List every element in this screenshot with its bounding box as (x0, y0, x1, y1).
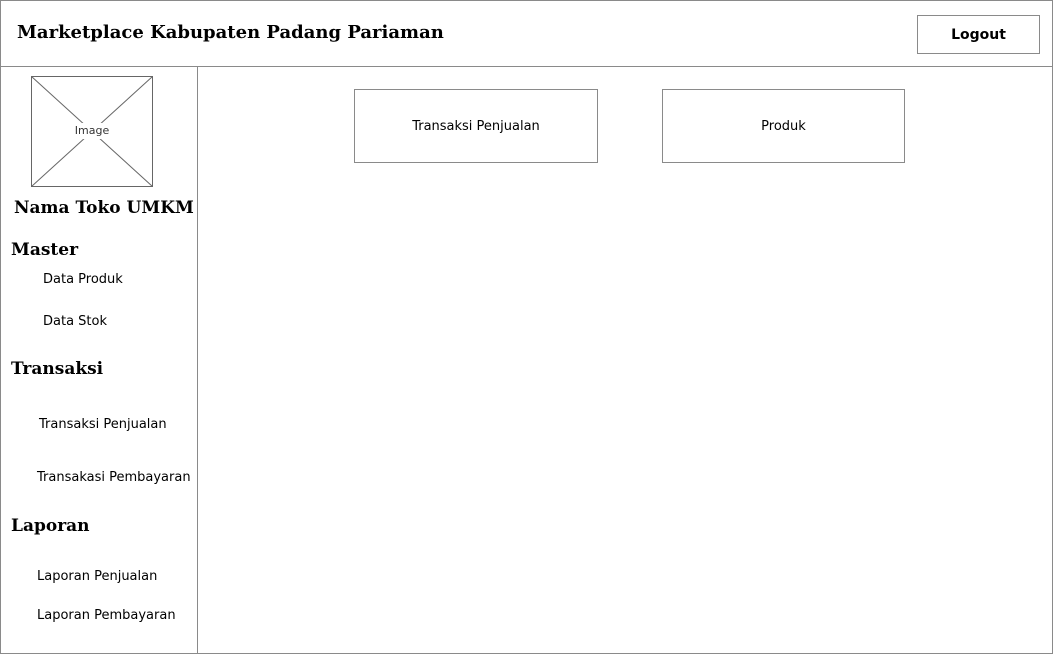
sidebar: Image Nama Toko UMKM Master Data Produk … (0, 67, 198, 654)
card-transaksi-penjualan[interactable]: Transaksi Penjualan (354, 89, 598, 163)
sidebar-item-laporan-penjualan[interactable]: Laporan Penjualan (37, 569, 157, 584)
sidebar-item-data-produk[interactable]: Data Produk (43, 272, 123, 287)
image-placeholder-label: Image (74, 124, 110, 137)
section-title-master: Master (11, 240, 79, 260)
app-title: Marketplace Kabupaten Padang Pariaman (17, 22, 444, 43)
card-produk[interactable]: Produk (662, 89, 905, 163)
sidebar-item-laporan-pembayaran[interactable]: Laporan Pembayaran (37, 608, 176, 623)
section-title-laporan: Laporan (11, 516, 90, 536)
top-bar: Marketplace Kabupaten Padang Pariaman Lo… (0, 0, 1053, 67)
section-title-transaksi: Transaksi (11, 359, 104, 379)
logout-button[interactable]: Logout (917, 15, 1040, 54)
sidebar-item-transaksi-penjualan[interactable]: Transaksi Penjualan (39, 417, 167, 432)
store-logo-placeholder: Image (31, 76, 153, 187)
sidebar-item-data-stok[interactable]: Data Stok (43, 314, 107, 329)
store-name: Nama Toko UMKM (14, 198, 194, 218)
sidebar-item-transaksi-pembayaran[interactable]: Transakasi Pembayaran (37, 470, 191, 485)
